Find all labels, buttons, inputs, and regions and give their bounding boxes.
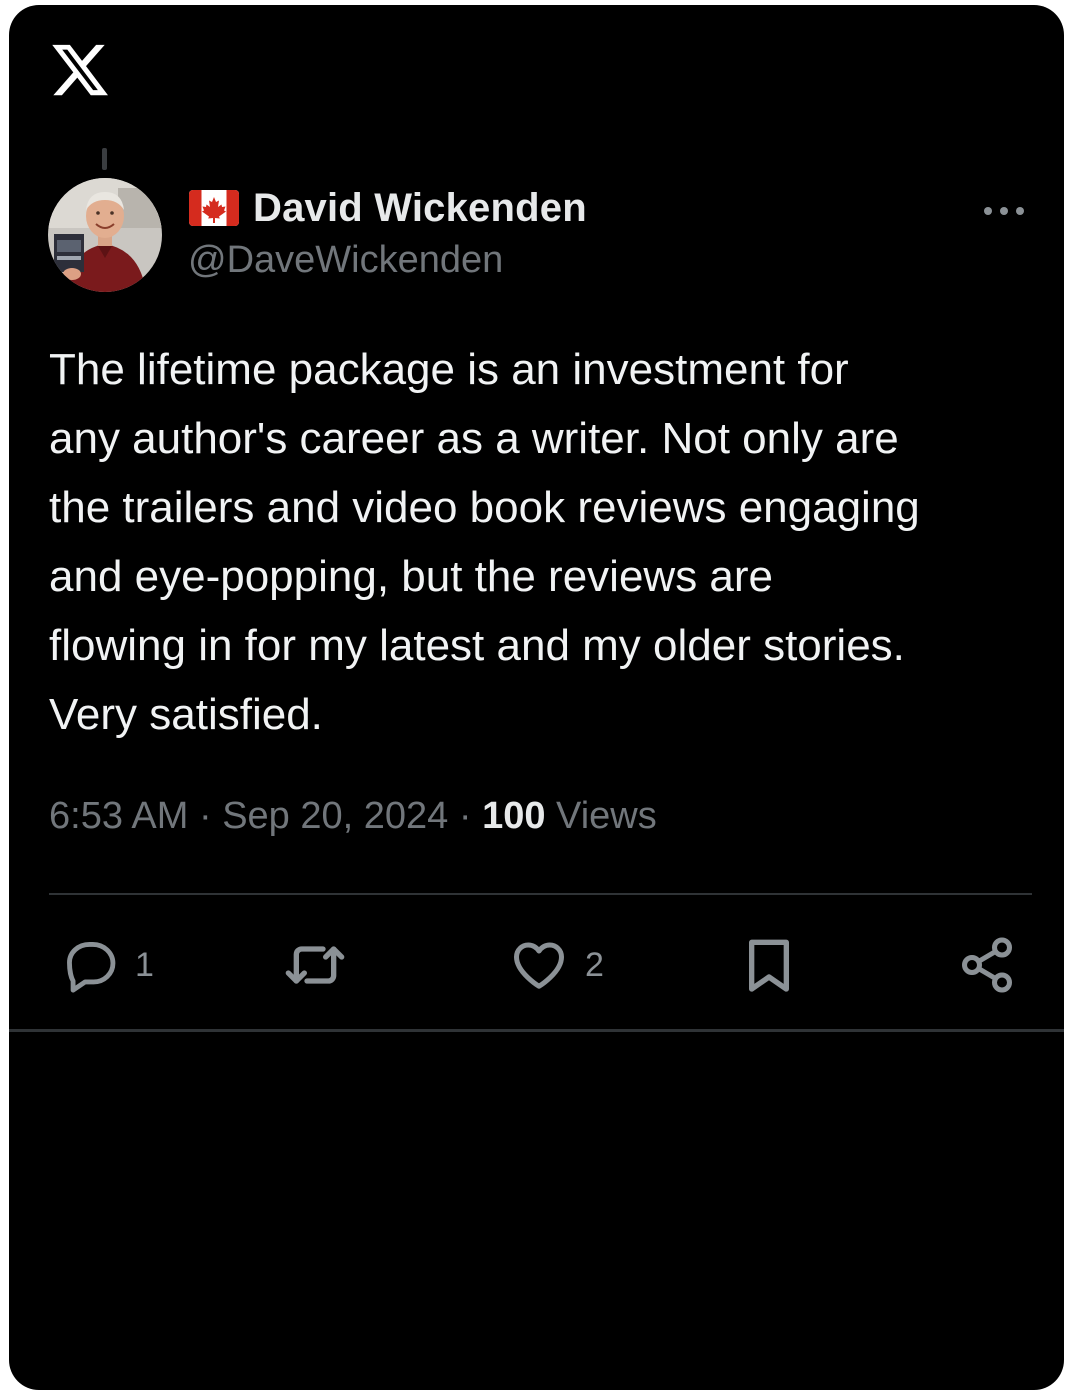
post-meta: 6:53 AM · Sep 20, 2024 · 100 Views [49,795,657,838]
bookmark-button[interactable] [737,930,801,1000]
share-button[interactable] [957,930,1017,1000]
meta-separator: · [448,795,483,837]
reply-button[interactable]: 1 [61,930,154,1000]
post-date[interactable]: Sep 20, 2024 [222,795,448,837]
post-time[interactable]: 6:53 AM [49,795,188,837]
views-label[interactable]: Views [556,795,657,837]
avatar[interactable] [48,178,162,292]
post-text: The lifetime package is an investment fo… [49,345,920,739]
author-name-row[interactable]: David Wickenden [189,183,587,233]
meta-separator: · [188,795,223,837]
bookmark-icon [737,933,801,997]
reply-count: 1 [135,945,154,984]
thread-connector-line [102,148,107,170]
author-handle[interactable]: @DaveWickenden [188,239,503,282]
actions-divider-top [49,893,1032,895]
like-count: 2 [585,945,604,984]
like-button[interactable]: 2 [509,930,604,1000]
more-options-icon[interactable] [979,191,1029,231]
repost-icon [283,933,347,997]
post-card: David Wickenden @DaveWickenden The lifet… [9,5,1064,1390]
views-count[interactable]: 100 [482,795,545,837]
x-logo-icon[interactable] [49,39,111,101]
like-icon [509,935,569,995]
post-bottom-divider [9,1029,1064,1032]
canada-flag-icon [189,190,239,226]
action-bar: 1 2 [9,930,1064,1000]
reply-icon [61,936,119,994]
share-icon [957,935,1017,995]
repost-button[interactable] [283,930,347,1000]
author-display-name[interactable]: David Wickenden [253,186,587,231]
